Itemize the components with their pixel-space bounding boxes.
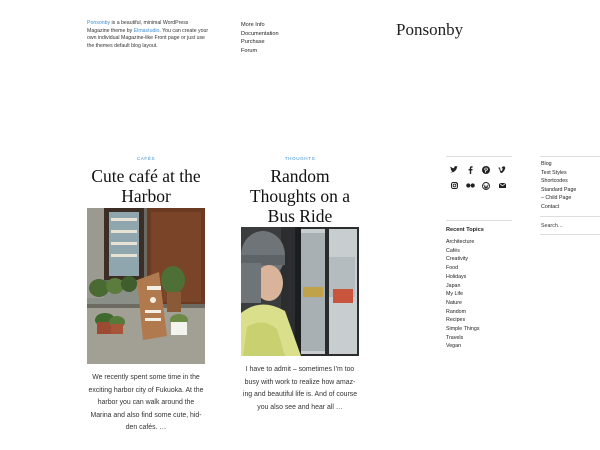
post-title[interactable]: Cute café at the Harbor: [87, 166, 205, 206]
page-link-blog[interactable]: Blog: [541, 160, 600, 169]
wordpress-icon[interactable]: [478, 179, 494, 192]
elmastudio-link[interactable]: Elmastudio: [134, 28, 160, 34]
topic-link[interactable]: Holidays: [446, 273, 512, 282]
instagram-icon[interactable]: [446, 179, 462, 192]
page-link-child-page[interactable]: – Child Page: [541, 194, 600, 203]
topic-link[interactable]: Recipes: [446, 316, 512, 325]
sidebar-divider: [446, 220, 512, 221]
topics-list: Architecture Cafés Creativity Food Holid…: [446, 238, 512, 351]
topic-link[interactable]: Vegan: [446, 342, 512, 351]
post-image-cafe[interactable]: [87, 208, 205, 364]
nav-more-info[interactable]: More Info: [241, 21, 279, 30]
post-card-1: CAFÉS Cute café at the Harbor: [87, 156, 205, 206]
post-title[interactable]: Random Thoughts on a Bus Ride: [241, 166, 359, 226]
pages-menu: Blog Text Styles Shortcodes Standard Pag…: [541, 160, 600, 212]
topic-link[interactable]: Food: [446, 264, 512, 273]
topic-link[interactable]: My Life: [446, 290, 512, 299]
site-title[interactable]: Ponsonby: [396, 20, 463, 40]
page-link-standard-page[interactable]: Standard Page: [541, 186, 600, 195]
post-category[interactable]: CAFÉS: [87, 156, 205, 161]
twitter-icon[interactable]: [446, 163, 462, 176]
post-excerpt-1: We recently spent some time in the excit…: [88, 374, 204, 432]
page-link-text-styles[interactable]: Text Styles: [541, 169, 600, 178]
vimeo-icon[interactable]: [494, 163, 510, 176]
topic-link[interactable]: Architecture: [446, 238, 512, 247]
topic-link[interactable]: Simple Things: [446, 325, 512, 334]
topic-link[interactable]: Cafés: [446, 247, 512, 256]
sidebar-divider: [540, 156, 600, 157]
email-icon[interactable]: [494, 179, 510, 192]
header-nav: More Info Documentation Purchase Forum: [241, 21, 279, 55]
widget-title: Recent Topics: [446, 227, 484, 233]
topic-link[interactable]: Random: [446, 308, 512, 317]
pinterest-icon[interactable]: [478, 163, 494, 176]
page-link-shortcodes[interactable]: Shortcodes: [541, 177, 600, 186]
page-link-contact[interactable]: Contact: [541, 203, 600, 212]
search-input[interactable]: Search…: [541, 223, 600, 229]
sidebar-divider: [540, 216, 600, 217]
sidebar-divider: [446, 156, 512, 157]
site-intro: Ponsonby is a beautiful, minimal WordPre…: [87, 20, 209, 50]
topic-link[interactable]: Japan: [446, 282, 512, 291]
nav-documentation[interactable]: Documentation: [241, 30, 279, 39]
flickr-icon[interactable]: [462, 179, 478, 192]
ponsonby-link[interactable]: Ponsonby: [87, 20, 110, 26]
social-links: [446, 163, 512, 192]
nav-forum[interactable]: Forum: [241, 47, 279, 56]
post-category[interactable]: THOUGHTS: [241, 156, 359, 161]
nav-purchase[interactable]: Purchase: [241, 38, 279, 47]
recent-topics-widget: Recent Topics Architecture Cafés Creativ…: [446, 227, 512, 351]
post-image-bus[interactable]: [241, 227, 359, 356]
post-card-2: THOUGHTS Random Thoughts on a Bus Ride: [241, 156, 359, 226]
post-excerpt-2: I have to admit – sometimes I'm too busy…: [242, 366, 358, 411]
topic-link[interactable]: Nature: [446, 299, 512, 308]
facebook-icon[interactable]: [462, 163, 478, 176]
search-underline: [540, 234, 600, 235]
topic-link[interactable]: Travels: [446, 334, 512, 343]
topic-link[interactable]: Creativity: [446, 255, 512, 264]
